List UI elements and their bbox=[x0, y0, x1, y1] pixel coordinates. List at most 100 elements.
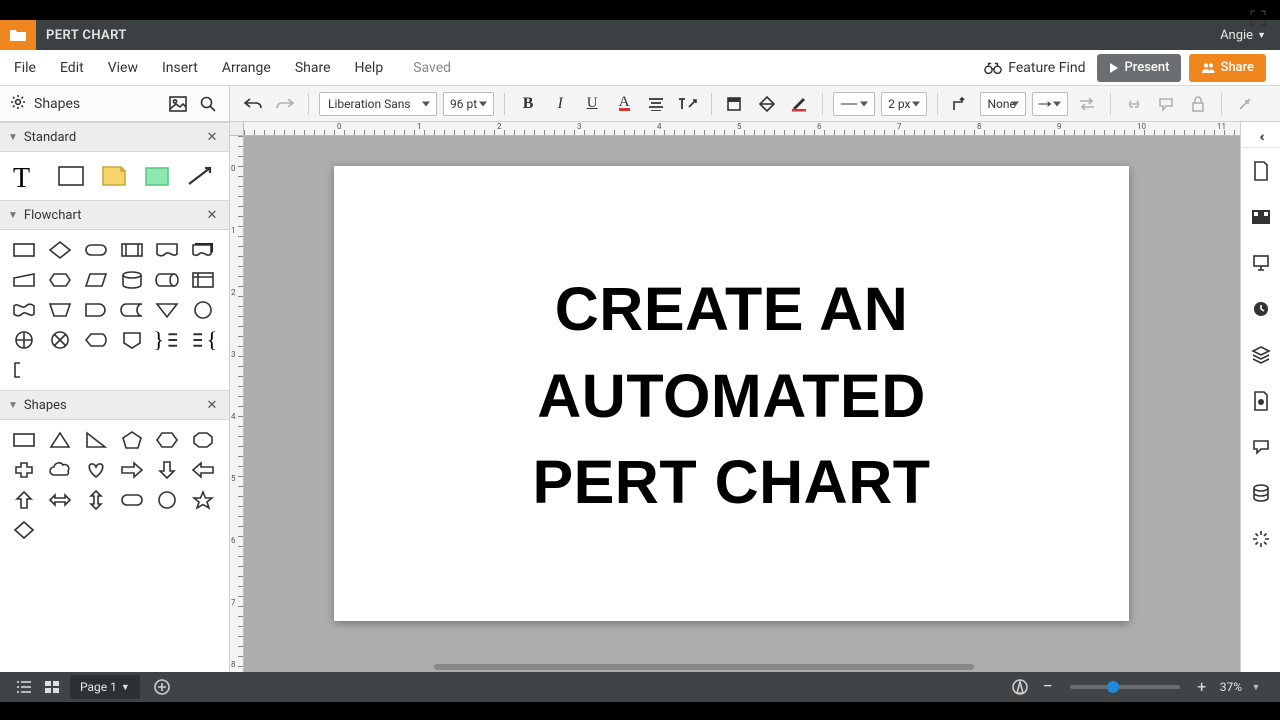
master-page-icon[interactable] bbox=[1241, 194, 1280, 240]
brand-logo[interactable] bbox=[0, 20, 36, 50]
actions-icon[interactable] bbox=[1241, 516, 1280, 562]
canvas-page[interactable]: CREATE ANAUTOMATEDPERT CHART bbox=[334, 166, 1129, 621]
brace-right-shape[interactable]: } bbox=[153, 328, 181, 352]
arrow-leftright-shape[interactable] bbox=[46, 488, 74, 512]
zoom-dropdown[interactable]: ▼ bbox=[1242, 674, 1270, 700]
cloud-shape[interactable] bbox=[46, 458, 74, 482]
font-size-select[interactable]: 96 pt bbox=[443, 92, 494, 116]
history-icon[interactable] bbox=[1241, 286, 1280, 332]
document-shape[interactable] bbox=[153, 238, 181, 262]
panel-flowchart-header[interactable]: ▼ Flowchart ✕ bbox=[0, 200, 229, 230]
add-page-button[interactable] bbox=[148, 674, 176, 700]
circle-shape[interactable] bbox=[153, 488, 181, 512]
paper-tape-shape[interactable] bbox=[10, 298, 38, 322]
document-title[interactable]: PERT CHART bbox=[46, 28, 127, 43]
block-shape[interactable] bbox=[139, 160, 175, 192]
line-color-button[interactable] bbox=[786, 91, 812, 117]
border-color-button[interactable] bbox=[754, 91, 780, 117]
hexagon-shape[interactable] bbox=[153, 428, 181, 452]
present-button[interactable]: Present bbox=[1097, 54, 1181, 82]
page-selector[interactable]: Page 1 ▼ bbox=[70, 675, 140, 699]
theme-icon[interactable] bbox=[1241, 378, 1280, 424]
off-page-shape[interactable] bbox=[118, 328, 146, 352]
menu-edit[interactable]: Edit bbox=[60, 60, 84, 76]
canvas-viewport[interactable]: CREATE ANAUTOMATEDPERT CHART bbox=[244, 136, 1240, 672]
gear-icon[interactable] bbox=[10, 94, 26, 114]
merge-shape[interactable] bbox=[153, 298, 181, 322]
data-shape[interactable] bbox=[82, 268, 110, 292]
image-library-button[interactable] bbox=[167, 93, 189, 115]
star-shape[interactable] bbox=[189, 488, 217, 512]
line-style-select[interactable] bbox=[833, 92, 875, 116]
redo-button[interactable] bbox=[272, 91, 298, 117]
zoom-out-button[interactable]: − bbox=[1034, 674, 1062, 700]
rectangle-shape[interactable] bbox=[10, 428, 38, 452]
arrow-down-shape[interactable] bbox=[153, 458, 181, 482]
arrow-end-select[interactable] bbox=[1032, 92, 1068, 116]
close-icon[interactable]: ✕ bbox=[203, 130, 221, 145]
arrow-up-shape[interactable] bbox=[10, 488, 38, 512]
internal-storage-shape[interactable] bbox=[189, 268, 217, 292]
menu-share[interactable]: Share bbox=[295, 60, 331, 76]
arrow-line-tool[interactable] bbox=[182, 160, 218, 192]
line-routing-button[interactable] bbox=[948, 91, 974, 117]
magic-button[interactable] bbox=[1232, 91, 1258, 117]
menu-arrange[interactable]: Arrange bbox=[222, 60, 271, 76]
text-color-button[interactable]: A bbox=[611, 91, 637, 117]
manual-operation-shape[interactable] bbox=[46, 298, 74, 322]
collapse-rail-button[interactable]: ‹‹ bbox=[1241, 126, 1280, 148]
menu-insert[interactable]: Insert bbox=[162, 60, 198, 76]
presentation-icon[interactable] bbox=[1241, 240, 1280, 286]
delay-shape[interactable] bbox=[82, 298, 110, 322]
predefined-process-shape[interactable] bbox=[118, 238, 146, 262]
outline-view-button[interactable] bbox=[10, 674, 38, 700]
menu-view[interactable]: View bbox=[108, 60, 138, 76]
panel-standard-header[interactable]: ▼ Standard ✕ bbox=[0, 122, 229, 152]
undo-button[interactable] bbox=[240, 91, 266, 117]
zoom-slider[interactable] bbox=[1070, 685, 1180, 689]
note-block-shape[interactable] bbox=[10, 358, 38, 382]
process-shape[interactable] bbox=[10, 238, 38, 262]
font-family-select[interactable]: Liberation Sans bbox=[319, 92, 437, 116]
fill-color-button[interactable] bbox=[722, 91, 748, 117]
lock-button[interactable] bbox=[1185, 91, 1211, 117]
diamond-shape[interactable] bbox=[10, 518, 38, 542]
thumbnail-view-button[interactable] bbox=[38, 674, 66, 700]
arrow-right-shape[interactable] bbox=[118, 458, 146, 482]
link-button[interactable] bbox=[1121, 91, 1147, 117]
right-triangle-shape[interactable] bbox=[82, 428, 110, 452]
manual-input-shape[interactable] bbox=[10, 268, 38, 292]
chat-icon[interactable] bbox=[1241, 424, 1280, 470]
arrow-updown-shape[interactable] bbox=[82, 488, 110, 512]
italic-button[interactable]: I bbox=[547, 91, 573, 117]
database-shape[interactable] bbox=[118, 268, 146, 292]
underline-button[interactable]: U bbox=[579, 91, 605, 117]
zoom-slider-thumb[interactable] bbox=[1107, 681, 1119, 693]
decision-shape[interactable] bbox=[46, 238, 74, 262]
menu-help[interactable]: Help bbox=[355, 60, 384, 76]
display-shape[interactable] bbox=[82, 328, 110, 352]
bold-button[interactable]: B bbox=[515, 91, 541, 117]
data-linking-icon[interactable] bbox=[1241, 470, 1280, 516]
rectangle-shape[interactable] bbox=[53, 160, 89, 192]
pentagon-shape[interactable] bbox=[118, 428, 146, 452]
triangle-shape[interactable] bbox=[46, 428, 74, 452]
summing-junction-shape[interactable] bbox=[46, 328, 74, 352]
menu-file[interactable]: File bbox=[14, 60, 36, 76]
close-icon[interactable]: ✕ bbox=[203, 398, 221, 413]
align-button[interactable] bbox=[643, 91, 669, 117]
multi-document-shape[interactable] bbox=[189, 238, 217, 262]
horizontal-scrollbar-thumb[interactable] bbox=[434, 664, 974, 670]
connector-shape[interactable] bbox=[189, 298, 217, 322]
zoom-in-button[interactable]: + bbox=[1188, 674, 1216, 700]
direct-data-shape[interactable] bbox=[153, 268, 181, 292]
cross-shape[interactable] bbox=[10, 458, 38, 482]
stored-data-shape[interactable] bbox=[118, 298, 146, 322]
or-shape[interactable] bbox=[10, 328, 38, 352]
octagon-shape[interactable] bbox=[189, 428, 217, 452]
close-icon[interactable]: ✕ bbox=[203, 208, 221, 223]
swap-arrows-button[interactable] bbox=[1074, 91, 1100, 117]
arrow-start-select[interactable]: None bbox=[980, 92, 1026, 116]
accessibility-button[interactable] bbox=[1006, 674, 1034, 700]
canvas-editor[interactable]: 01234567891011 012345678 CREATE ANAUTOMA… bbox=[230, 122, 1240, 672]
